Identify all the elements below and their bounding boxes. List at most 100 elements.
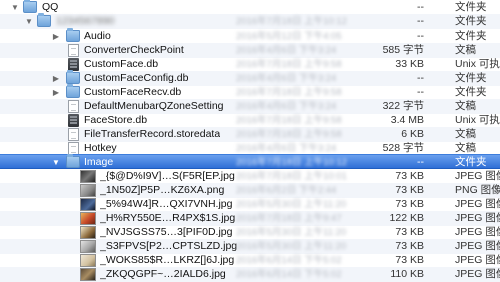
file-kind: JPEG 图像 bbox=[455, 170, 500, 182]
file-size: 122 KB bbox=[389, 212, 424, 224]
file-name: DefaultMenubarQZoneSetting bbox=[84, 100, 224, 112]
file-size: 73 KB bbox=[395, 184, 424, 196]
date-modified: 2016年5月30日 上午11:20 bbox=[236, 241, 347, 252]
date-modified: 2016年7月18日 上午10:12 bbox=[236, 16, 347, 27]
disclosure-expanded-icon[interactable]: ▼ bbox=[51, 155, 61, 170]
file-name: _S3FPVS[P2…CPTSLZD.jpg bbox=[100, 240, 238, 252]
jpeg-thumbnail-icon bbox=[80, 254, 96, 267]
date-modified: 2016年7月18日 上午9:58 bbox=[236, 115, 342, 126]
list-item-image-file[interactable]: _5%94W4]R…QXI7VNH.jpg 2016年5月30日 上午11:20… bbox=[0, 197, 500, 212]
date-modified: 2016年5月30日 上午11:20 bbox=[236, 199, 347, 210]
date-modified: 2016年5月12日 下午4:05 bbox=[236, 31, 342, 42]
folder-icon bbox=[66, 154, 80, 168]
list-item-defaultmenubarqzonesetting[interactable]: DefaultMenubarQZoneSetting 2016年4月6日 下午3… bbox=[0, 99, 500, 114]
file-name: FileTransferRecord.storedata bbox=[84, 128, 221, 140]
file-kind: 文稿 bbox=[455, 128, 476, 140]
file-name: ConverterCheckPoint bbox=[84, 44, 184, 56]
file-name: CustomFaceRecv.db bbox=[84, 86, 182, 98]
list-item-audio[interactable]: ▶ Audio 2016年5月12日 下午4:05 -- 文件夹 bbox=[0, 28, 500, 44]
file-size: 3.4 MB bbox=[390, 114, 424, 126]
file-kind: Unix 可执行 bbox=[455, 114, 500, 126]
file-name: Audio bbox=[84, 30, 111, 42]
file-size: 73 KB bbox=[395, 226, 424, 238]
file-kind: 文件夹 bbox=[455, 156, 487, 168]
list-item-image-file[interactable]: _H%RY550E…R4PX$1S.jpg 2016年7月18日 上午9:47 … bbox=[0, 211, 500, 226]
file-size: 33 KB bbox=[395, 58, 424, 70]
jpeg-thumbnail-icon bbox=[80, 240, 96, 253]
file-size: -- bbox=[417, 1, 424, 13]
file-size: 73 KB bbox=[395, 254, 424, 266]
file-name: _NVJSGSS75…3[PIF0D.jpg bbox=[100, 226, 233, 238]
disclosure-collapsed-icon[interactable]: ▶ bbox=[51, 85, 61, 100]
png-thumbnail-icon bbox=[80, 184, 96, 197]
file-kind: 文稿 bbox=[455, 100, 476, 112]
list-item-facestore-db[interactable]: FaceStore.db 2016年7月18日 上午9:58 3.4 MB Un… bbox=[0, 113, 500, 128]
file-kind: 文件夹 bbox=[455, 72, 487, 84]
date-modified: 2016年7月18日 上午9:58 bbox=[236, 87, 342, 98]
file-size: -- bbox=[417, 72, 424, 84]
list-item-account-folder[interactable]: ▼ 1234567890 2016年7月18日 上午10:12 -- 文件夹 bbox=[0, 13, 500, 29]
file-size: -- bbox=[417, 86, 424, 98]
disclosure-collapsed-icon[interactable]: ▶ bbox=[51, 29, 61, 44]
jpeg-thumbnail-icon bbox=[80, 268, 96, 281]
date-modified: 2016年7月18日 上午9:58 bbox=[236, 129, 342, 140]
file-kind: 文件夹 bbox=[455, 86, 487, 98]
list-item-image-file[interactable]: _{$@D%I9V]…S(F5R[EP.jpg 2016年7月18日 上午10:… bbox=[0, 169, 500, 184]
file-size: -- bbox=[417, 156, 424, 168]
list-item-convertercheckpoint[interactable]: ConverterCheckPoint 2016年4月6日 下午3:24 585… bbox=[0, 43, 500, 58]
list-item-qq[interactable]: ▼ QQ -- 文件夹 bbox=[0, 0, 500, 15]
list-item-image-file[interactable]: _WOKS85$R…LKRZ[]6J.jpg 2016年6月14日 下午5:02… bbox=[0, 253, 500, 268]
file-name: _5%94W4]R…QXI7VNH.jpg bbox=[100, 198, 233, 210]
list-item-filetransferrecord-storedata[interactable]: FileTransferRecord.storedata 2016年7月18日 … bbox=[0, 127, 500, 142]
file-size: 322 字节 bbox=[382, 100, 424, 112]
file-name: 1234567890 bbox=[56, 15, 115, 27]
file-size: 73 KB bbox=[395, 240, 424, 252]
file-size: 6 KB bbox=[401, 128, 424, 140]
date-modified: 2016年4月6日 下午3:24 bbox=[236, 73, 337, 84]
date-modified: 2016年7月18日 上午9:47 bbox=[236, 213, 342, 224]
list-item-customfaceconfig-db[interactable]: ▶ CustomFaceConfig.db 2016年4月6日 下午3:24 -… bbox=[0, 70, 500, 86]
folder-icon bbox=[23, 0, 37, 13]
list-item-customface-db[interactable]: CustomFace.db 2016年7月18日 上午9:58 33 KB Un… bbox=[0, 57, 500, 72]
file-name: _H%RY550E…R4PX$1S.jpg bbox=[100, 212, 236, 224]
file-kind: 文件夹 bbox=[455, 30, 487, 42]
folder-icon bbox=[66, 28, 80, 42]
file-kind: 文件夹 bbox=[455, 1, 487, 13]
finder-list-view[interactable]: ▼ QQ -- 文件夹 ▼ 1234567890 2016年7月18日 上午10… bbox=[0, 0, 500, 282]
file-size: -- bbox=[417, 30, 424, 42]
document-icon bbox=[68, 128, 79, 141]
file-name: FaceStore.db bbox=[84, 114, 148, 126]
disclosure-collapsed-icon[interactable]: ▶ bbox=[51, 71, 61, 86]
file-size: 73 KB bbox=[395, 198, 424, 210]
date-modified: 2016年5月30日 上午11:20 bbox=[236, 227, 347, 238]
jpeg-thumbnail-icon bbox=[80, 170, 96, 183]
folder-icon bbox=[66, 84, 80, 98]
list-item-customfacerecv-db[interactable]: ▶ CustomFaceRecv.db 2016年7月18日 上午9:58 --… bbox=[0, 84, 500, 100]
database-icon bbox=[68, 114, 79, 127]
file-size: -- bbox=[417, 15, 424, 27]
file-kind: JPEG 图像 bbox=[455, 240, 500, 252]
date-modified: 2016年7月18日 上午10:01 bbox=[236, 171, 347, 182]
file-name: QQ bbox=[42, 1, 59, 13]
file-kind: JPEG 图像 bbox=[455, 254, 500, 266]
jpeg-thumbnail-icon bbox=[80, 212, 96, 225]
file-name: Image bbox=[84, 156, 114, 168]
disclosure-expanded-icon[interactable]: ▼ bbox=[10, 0, 20, 15]
file-kind: JPEG 图像 bbox=[455, 226, 500, 238]
list-item-image-selected[interactable]: ▼ Image 2016年7月18日 上午10:12 -- 文件夹 bbox=[0, 154, 500, 169]
list-item-image-file[interactable]: _1N50Z]P5P…KZ6XA.png 2016年6月2日 下午2:44 73… bbox=[0, 183, 500, 198]
date-modified: 2016年7月18日 上午10:12 bbox=[236, 157, 347, 168]
file-name: _1N50Z]P5P…KZ6XA.png bbox=[100, 184, 225, 196]
file-kind: JPEG 图像 bbox=[455, 198, 500, 210]
file-name: _{$@D%I9V]…S(F5R[EP.jpg bbox=[100, 170, 235, 182]
file-name: CustomFaceConfig.db bbox=[84, 72, 189, 84]
date-modified: 2016年4月6日 下午3:24 bbox=[236, 101, 337, 112]
folder-icon bbox=[66, 70, 80, 84]
file-name: CustomFace.db bbox=[84, 58, 159, 70]
date-modified: 2016年6月2日 下午2:44 bbox=[236, 185, 337, 196]
disclosure-expanded-icon[interactable]: ▼ bbox=[24, 14, 34, 29]
jpeg-thumbnail-icon bbox=[80, 198, 96, 211]
list-item-image-file[interactable]: _NVJSGSS75…3[PIF0D.jpg 2016年5月30日 上午11:2… bbox=[0, 225, 500, 240]
list-item-image-file[interactable]: _S3FPVS[P2…CPTSLZD.jpg 2016年5月30日 上午11:2… bbox=[0, 239, 500, 254]
document-icon bbox=[68, 44, 79, 57]
